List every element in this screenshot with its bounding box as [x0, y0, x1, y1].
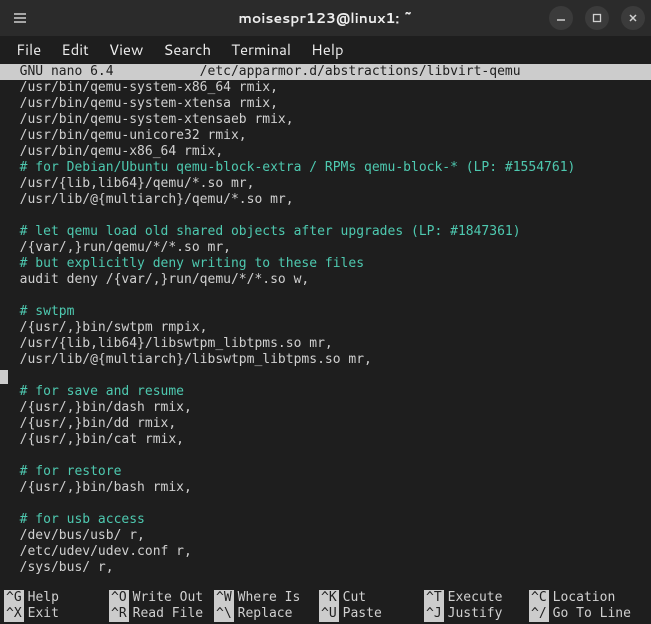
- hamburger-icon: [12, 10, 28, 26]
- editor-line: # let qemu load old shared objects after…: [4, 224, 647, 240]
- nano-header: GNU nano 6.4 /etc/apparmor.d/abstraction…: [0, 64, 651, 80]
- shortcut-label: Read File: [129, 606, 203, 622]
- shortcut-key: ^U: [319, 606, 339, 622]
- shortcut-key: ^\: [214, 606, 234, 622]
- shortcut: ^GHelp: [4, 590, 109, 606]
- editor-line: /usr/bin/qemu-unicore32 rmix,: [4, 128, 647, 144]
- editor-line: /usr/lib/@{multiarch}/libswtpm_libtpms.s…: [4, 352, 647, 368]
- shortcut-label: Replace: [234, 606, 293, 622]
- menu-search[interactable]: Search: [153, 36, 221, 63]
- editor-area[interactable]: /usr/bin/qemu-system-x86_64 rmix, /usr/b…: [0, 80, 651, 576]
- shortcut: ^XExit: [4, 606, 109, 622]
- menubar: File Edit View Search Terminal Help: [0, 36, 651, 64]
- shortcut-key: ^X: [4, 606, 24, 622]
- editor-line: /{usr/,}bin/bash rmix,: [4, 480, 647, 496]
- shortcut: ^OWrite Out: [109, 590, 214, 606]
- editor-line: [4, 448, 647, 464]
- minimize-icon: [556, 13, 566, 23]
- shortcut-label: Cut: [339, 590, 366, 606]
- editor-line: /usr/bin/qemu-system-xtensa rmix,: [4, 96, 647, 112]
- shortcut-key: ^T: [424, 590, 444, 606]
- editor-line: /usr/bin/qemu-x86_64 rmix,: [4, 144, 647, 160]
- shortcut-key: ^J: [424, 606, 444, 622]
- shortcut-key: ^R: [109, 606, 129, 622]
- shortcut-key: ^G: [4, 590, 24, 606]
- editor-line: audit deny /{var/,}run/qemu/*/*.so w,: [4, 272, 647, 288]
- editor-line: /{var/,}run/qemu/*/*.so mr,: [4, 240, 647, 256]
- nano-shortcuts: ^GHelp^OWrite Out^WWhere Is^KCut^TExecut…: [0, 590, 651, 624]
- shortcut: ^UPaste: [319, 606, 424, 622]
- editor-line: /usr/{lib,lib64}/libswtpm_libtpms.so mr,: [4, 336, 647, 352]
- menu-view[interactable]: View: [99, 36, 154, 63]
- editor-line: # for Debian/Ubuntu qemu-block-extra / R…: [4, 160, 647, 176]
- shortcut-label: Justify: [444, 606, 503, 622]
- close-button[interactable]: [621, 6, 645, 30]
- editor-line: # but explicitly deny writing to these f…: [4, 256, 647, 272]
- window-controls: [549, 6, 645, 30]
- close-icon: [628, 13, 638, 23]
- editor-line: [4, 496, 647, 512]
- text-cursor: [0, 370, 8, 384]
- shortcut-row: ^GHelp^OWrite Out^WWhere Is^KCut^TExecut…: [4, 590, 647, 606]
- shortcut-key: ^W: [214, 590, 234, 606]
- shortcut-label: Go To Line: [549, 606, 631, 622]
- minimize-button[interactable]: [549, 6, 573, 30]
- menu-file[interactable]: File: [6, 36, 51, 63]
- shortcut-label: Location: [549, 590, 616, 606]
- editor-line: /{usr/,}bin/swtpm rmpix,: [4, 320, 647, 336]
- shortcut-label: Where Is: [234, 590, 301, 606]
- shortcut: ^CLocation: [529, 590, 634, 606]
- editor-line: /dev/bus/usb/ r,: [4, 528, 647, 544]
- shortcut-key: ^C: [529, 590, 549, 606]
- editor-line: /usr/bin/qemu-system-x86_64 rmix,: [4, 80, 647, 96]
- shortcut-label: Write Out: [129, 590, 203, 606]
- editor-line: /sys/bus/ r,: [4, 560, 647, 576]
- shortcut: ^TExecute: [424, 590, 529, 606]
- hamburger-menu-button[interactable]: [6, 4, 34, 32]
- maximize-icon: [592, 13, 602, 23]
- editor-line: /{usr/,}bin/dash rmix,: [4, 400, 647, 416]
- maximize-button[interactable]: [585, 6, 609, 30]
- editor-line: # for save and resume: [4, 384, 647, 400]
- editor-line: /etc/udev/udev.conf r,: [4, 544, 647, 560]
- titlebar: moisespr123@linux1: ~: [0, 0, 651, 36]
- editor-line: /usr/{lib,lib64}/qemu/*.so mr,: [4, 176, 647, 192]
- shortcut-key: ^K: [319, 590, 339, 606]
- menu-help[interactable]: Help: [301, 36, 354, 63]
- editor-line: # for restore: [4, 464, 647, 480]
- shortcut-label: Execute: [444, 590, 503, 606]
- editor-line: [4, 208, 647, 224]
- editor-line: [4, 368, 647, 384]
- editor-line: /{usr/,}bin/dd rmix,: [4, 416, 647, 432]
- shortcut-label: Exit: [24, 606, 59, 622]
- shortcut-label: Paste: [339, 606, 382, 622]
- editor-line: /{usr/,}bin/cat rmix,: [4, 432, 647, 448]
- menu-edit[interactable]: Edit: [51, 36, 99, 63]
- shortcut: ^KCut: [319, 590, 424, 606]
- menu-terminal[interactable]: Terminal: [221, 36, 301, 63]
- editor-line: # for usb access: [4, 512, 647, 528]
- shortcut: ^\Replace: [214, 606, 319, 622]
- shortcut: ^RRead File: [109, 606, 214, 622]
- shortcut-label: Help: [24, 590, 59, 606]
- editor-line: /usr/bin/qemu-system-xtensaeb rmix,: [4, 112, 647, 128]
- editor-line: /usr/lib/@{multiarch}/qemu/*.so mr,: [4, 192, 647, 208]
- shortcut: ^/Go To Line: [529, 606, 634, 622]
- editor-line: # swtpm: [4, 304, 647, 320]
- editor-line: [4, 288, 647, 304]
- shortcut: ^JJustify: [424, 606, 529, 622]
- shortcut-row: ^XExit^RRead File^\Replace^UPaste^JJusti…: [4, 606, 647, 622]
- shortcut-key: ^O: [109, 590, 129, 606]
- shortcut: ^WWhere Is: [214, 590, 319, 606]
- shortcut-key: ^/: [529, 606, 549, 622]
